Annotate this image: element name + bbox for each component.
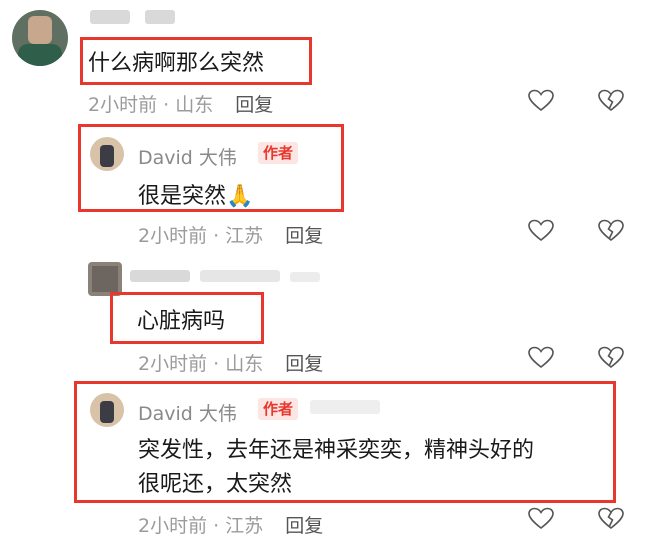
heart-outline-icon[interactable] xyxy=(528,89,554,113)
author-badge: 作者 xyxy=(258,398,299,420)
comment-time-location: 2小时前 · 山东 xyxy=(88,94,214,116)
avatar[interactable] xyxy=(12,10,68,66)
username-blurred xyxy=(145,10,175,24)
comment-text: 很是突然🙏 xyxy=(138,178,253,210)
reply-button[interactable]: 回复 xyxy=(235,94,273,116)
pray-emoji: 🙏 xyxy=(226,184,254,209)
username-blurred xyxy=(290,272,320,282)
comment-text: 什么病啊那么突然 xyxy=(88,51,265,76)
username-blurred xyxy=(310,400,380,414)
heart-outline-icon[interactable] xyxy=(528,219,554,243)
broken-heart-icon[interactable] xyxy=(598,89,624,113)
comment-meta: 2小时前 · 山东 回复 xyxy=(138,349,323,376)
avatar[interactable] xyxy=(90,137,124,171)
author-badge: 作者 xyxy=(258,142,299,164)
comment-text-body: 很是突然 xyxy=(138,184,227,209)
heart-outline-icon[interactable] xyxy=(528,346,554,370)
comment-time-location: 2小时前 · 江苏 xyxy=(138,515,264,537)
username-blurred xyxy=(200,270,280,282)
username-blurred xyxy=(90,10,130,24)
author-name[interactable]: David 大伟 xyxy=(138,399,237,426)
reply-button[interactable]: 回复 xyxy=(285,225,323,247)
broken-heart-icon[interactable] xyxy=(598,219,624,243)
author-name[interactable]: David 大伟 xyxy=(138,143,237,170)
comment-time-location: 2小时前 · 山东 xyxy=(138,353,264,375)
reply-button[interactable]: 回复 xyxy=(285,515,323,537)
reply-button[interactable]: 回复 xyxy=(285,353,323,375)
broken-heart-icon[interactable] xyxy=(598,346,624,370)
comment-meta: 2小时前 · 山东 回复 xyxy=(88,90,273,117)
comment-text-line: 突发性，去年还是神采奕奕，精神头好的 xyxy=(138,438,535,463)
comment-meta: 2小时前 · 江苏 回复 xyxy=(138,511,323,538)
heart-outline-icon[interactable] xyxy=(528,507,554,531)
username-blurred xyxy=(130,270,190,282)
avatar[interactable] xyxy=(90,393,124,427)
broken-heart-icon[interactable] xyxy=(598,507,624,531)
comment-meta: 2小时前 · 江苏 回复 xyxy=(138,221,323,248)
comment-text: 心脏病吗 xyxy=(137,309,226,334)
comment-time-location: 2小时前 · 江苏 xyxy=(138,225,264,247)
avatar[interactable] xyxy=(88,262,122,296)
comment-text-line: 很呢还，太突然 xyxy=(138,472,293,497)
